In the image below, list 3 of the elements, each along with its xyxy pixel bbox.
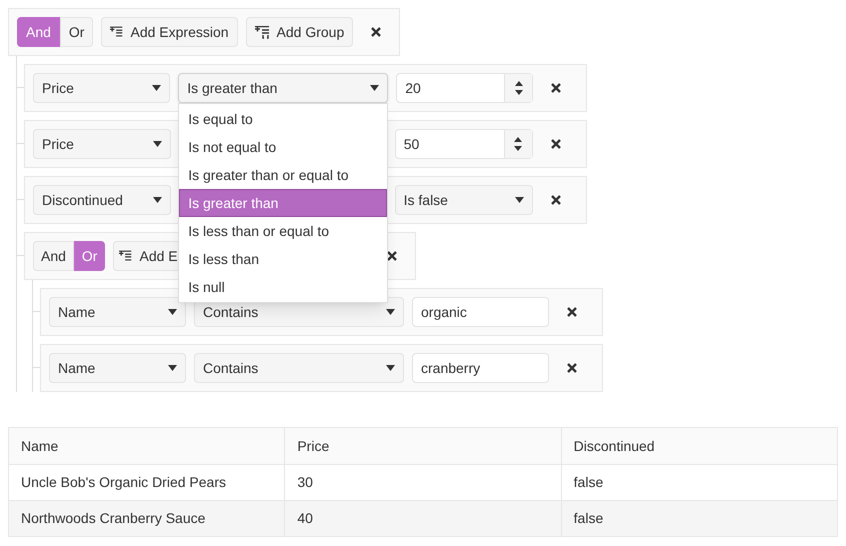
table-cell: Northwoods Cranberry Sauce: [8, 500, 285, 536]
table-cell: false: [561, 500, 838, 536]
table-cell: 40: [284, 500, 562, 536]
